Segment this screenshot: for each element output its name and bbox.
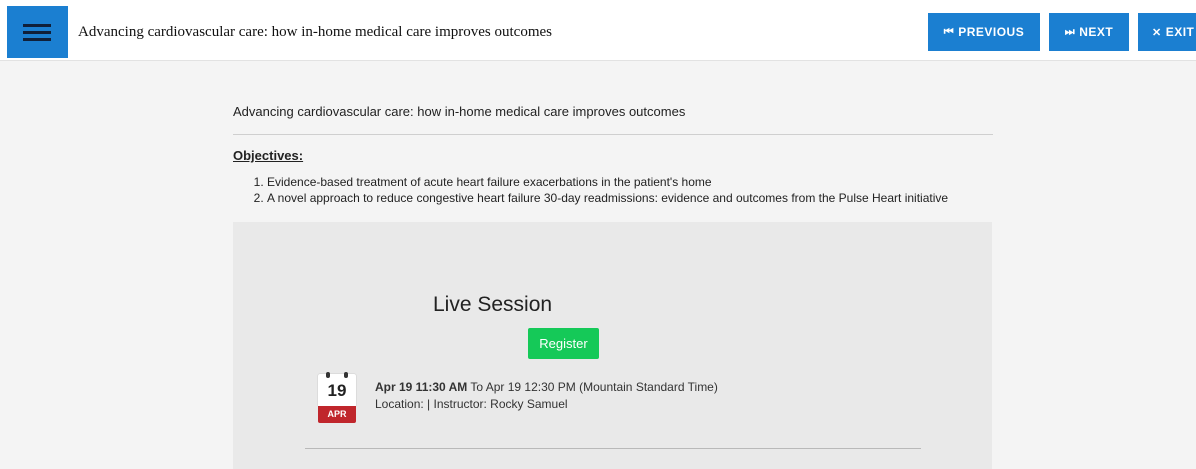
divider xyxy=(233,134,993,135)
skip-back-icon: ⏮ xyxy=(943,25,955,38)
course-content: Advancing cardiovascular care: how in-ho… xyxy=(233,104,993,205)
objective-item: Evidence-based treatment of acute heart … xyxy=(267,174,1027,190)
session-location: Location: | Instructor: Rocky Samuel xyxy=(375,397,568,411)
calendar-month: APR xyxy=(318,406,356,423)
session-time: Apr 19 11:30 AM To Apr 19 12:30 PM (Moun… xyxy=(375,380,718,394)
next-label: NEXT xyxy=(1079,25,1114,39)
course-title: Advancing cardiovascular care: how in-ho… xyxy=(233,104,686,119)
skip-forward-icon: ⏭ xyxy=(1064,25,1076,38)
close-icon: ✕ xyxy=(1152,26,1162,39)
register-button[interactable]: Register xyxy=(528,328,599,359)
live-session-panel: Live Session Register 19 APR Apr 19 11:3… xyxy=(233,222,992,469)
previous-button[interactable]: ⏮ PREVIOUS xyxy=(928,13,1040,51)
top-bar: Advancing cardiovascular care: how in-ho… xyxy=(0,0,1196,61)
divider xyxy=(305,448,921,449)
session-start: Apr 19 11:30 AM xyxy=(375,380,468,394)
session-heading: Live Session xyxy=(433,293,553,316)
exit-button[interactable]: ✕ EXIT xyxy=(1138,13,1196,51)
page-title: Advancing cardiovascular care: how in-ho… xyxy=(78,24,552,40)
calendar-icon: 19 APR xyxy=(318,372,356,423)
exit-label: EXIT xyxy=(1165,25,1195,39)
session-end: To Apr 19 12:30 PM (Mountain Standard Ti… xyxy=(470,380,718,394)
next-button[interactable]: ⏭ NEXT xyxy=(1049,13,1129,51)
objective-item: A novel approach to reduce congestive he… xyxy=(267,190,1027,206)
objectives-heading: Objectives: xyxy=(233,148,304,163)
menu-button[interactable] xyxy=(7,6,68,58)
previous-label: PREVIOUS xyxy=(958,25,1025,39)
objectives-list: Evidence-based treatment of acute heart … xyxy=(233,174,1027,206)
calendar-day: 19 xyxy=(327,381,347,400)
